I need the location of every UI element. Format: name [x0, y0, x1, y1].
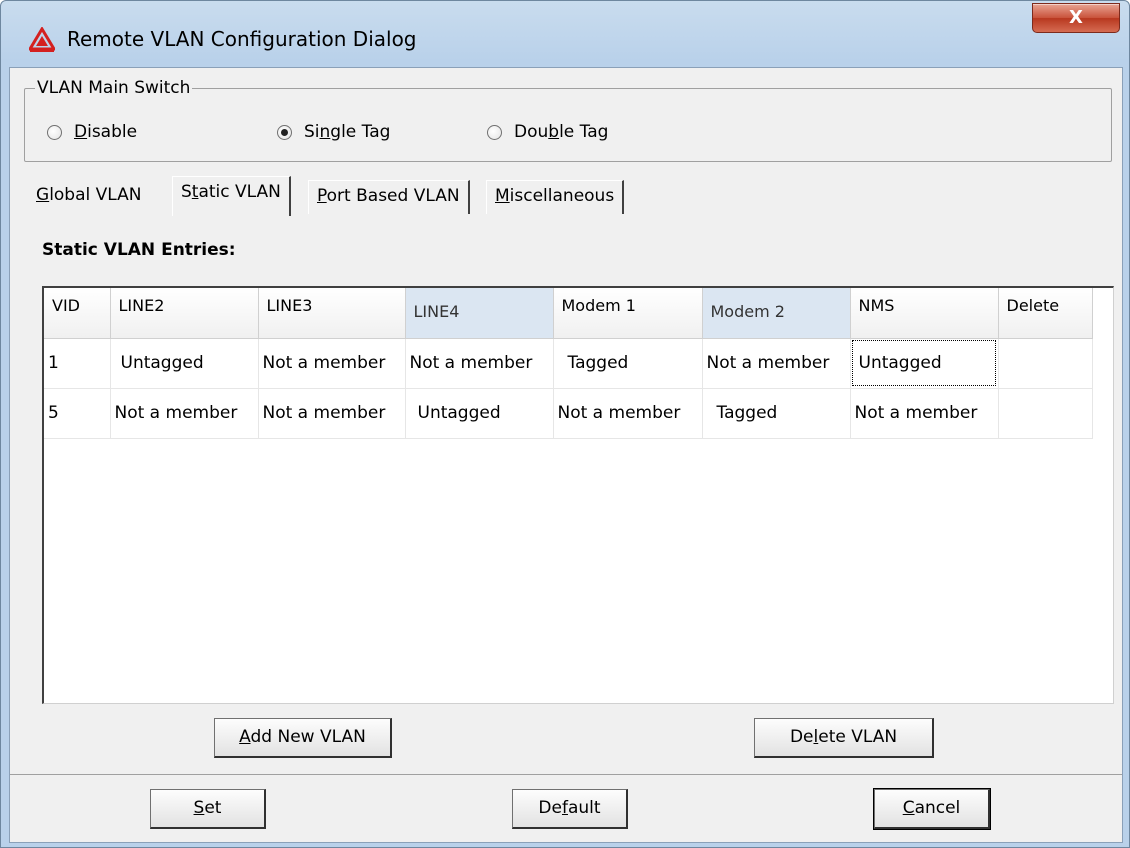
vlan-grid: VID LINE2 LINE3 LINE4 Modem 1 Modem 2 NM…	[44, 288, 1093, 439]
table-cell[interactable]: Tagged	[702, 388, 851, 439]
column-header[interactable]: LINE2	[110, 288, 259, 339]
radio-label-double-tag: Double Tag	[514, 122, 609, 142]
column-header[interactable]: Modem 1	[553, 288, 703, 339]
dialog-window: Remote VLAN Configuration Dialog X VLAN …	[0, 0, 1130, 848]
close-icon: X	[1069, 7, 1083, 28]
radio-double-tag[interactable]: Double Tag	[487, 122, 608, 142]
table-cell[interactable]: Tagged	[553, 338, 703, 389]
radio-circle-icon[interactable]	[47, 124, 62, 140]
static-vlan-table[interactable]: VID LINE2 LINE3 LINE4 Modem 1 Modem 2 NM…	[42, 286, 1114, 704]
dialog-client-area: VLAN Main Switch Disable Single Tag Doub…	[9, 67, 1123, 843]
table-cell[interactable]: Not a member	[258, 388, 406, 439]
table-header-row: VID LINE2 LINE3 LINE4 Modem 1 Modem 2 NM…	[44, 288, 1093, 339]
column-header[interactable]: LINE3	[258, 288, 406, 339]
dialog-button-bar: Set Default Cancel	[10, 774, 1122, 842]
close-button[interactable]: X	[1032, 3, 1120, 33]
radio-single-tag[interactable]: Single Tag	[277, 122, 390, 142]
cancel-button[interactable]: Cancel	[873, 788, 991, 830]
table-cell[interactable]: Not a member	[702, 338, 851, 389]
tab-miscellaneous[interactable]: Miscellaneous	[486, 180, 625, 214]
delete-vlan-button[interactable]: Delete VLAN	[754, 718, 934, 758]
table-cell[interactable]: Not a member	[110, 388, 259, 439]
vlan-main-switch-group: VLAN Main Switch Disable Single Tag Doub…	[24, 78, 1112, 162]
table-cell[interactable]: 5	[44, 388, 111, 439]
table-row[interactable]: 5 Not a member Not a member Untagged Not…	[44, 388, 1093, 439]
tab-static-vlan[interactable]: Static VLAN	[172, 176, 291, 216]
default-button[interactable]: Default	[512, 789, 628, 829]
table-cell[interactable]	[998, 338, 1093, 389]
radio-label-disable: Disable	[74, 122, 138, 142]
column-header[interactable]: Delete	[998, 288, 1093, 339]
table-cell[interactable]	[998, 388, 1093, 439]
radio-circle-icon[interactable]	[277, 124, 292, 140]
tab-global-vlan[interactable]: Global VLAN	[28, 180, 149, 214]
table-cell[interactable]: 1	[44, 338, 111, 389]
table-cell[interactable]: Untagged	[110, 338, 259, 389]
window-title: Remote VLAN Configuration Dialog	[67, 27, 417, 51]
column-header[interactable]: LINE4	[405, 288, 554, 339]
radio-label-single-tag: Single Tag	[304, 122, 391, 142]
column-header[interactable]: Modem 2	[702, 288, 851, 339]
table-cell[interactable]: Not a member	[405, 338, 554, 389]
table-cell[interactable]: Not a member	[850, 388, 999, 439]
set-button[interactable]: Set	[150, 789, 266, 829]
add-new-vlan-button[interactable]: Add New VLAN	[214, 718, 392, 758]
section-title: Static VLAN Entries:	[42, 240, 236, 260]
table-cell[interactable]: Not a member	[553, 388, 703, 439]
table-cell[interactable]: Not a member	[258, 338, 406, 389]
radio-disable[interactable]: Disable	[47, 122, 137, 142]
radio-circle-icon[interactable]	[487, 124, 502, 140]
tab-strip: Global VLAN Static VLAN Port Based VLAN …	[24, 176, 1114, 216]
table-cell[interactable]: Untagged	[405, 388, 554, 439]
column-header[interactable]: NMS	[850, 288, 999, 339]
table-cell[interactable]: Untagged	[850, 338, 999, 389]
table-row[interactable]: 1 Untagged Not a member Not a member Tag…	[44, 338, 1093, 389]
app-logo-icon	[29, 27, 55, 52]
column-header[interactable]: VID	[44, 288, 111, 339]
group-legend: VLAN Main Switch	[35, 78, 193, 98]
tab-port-based-vlan[interactable]: Port Based VLAN	[308, 180, 470, 214]
title-bar[interactable]: Remote VLAN Configuration Dialog X	[1, 1, 1129, 65]
